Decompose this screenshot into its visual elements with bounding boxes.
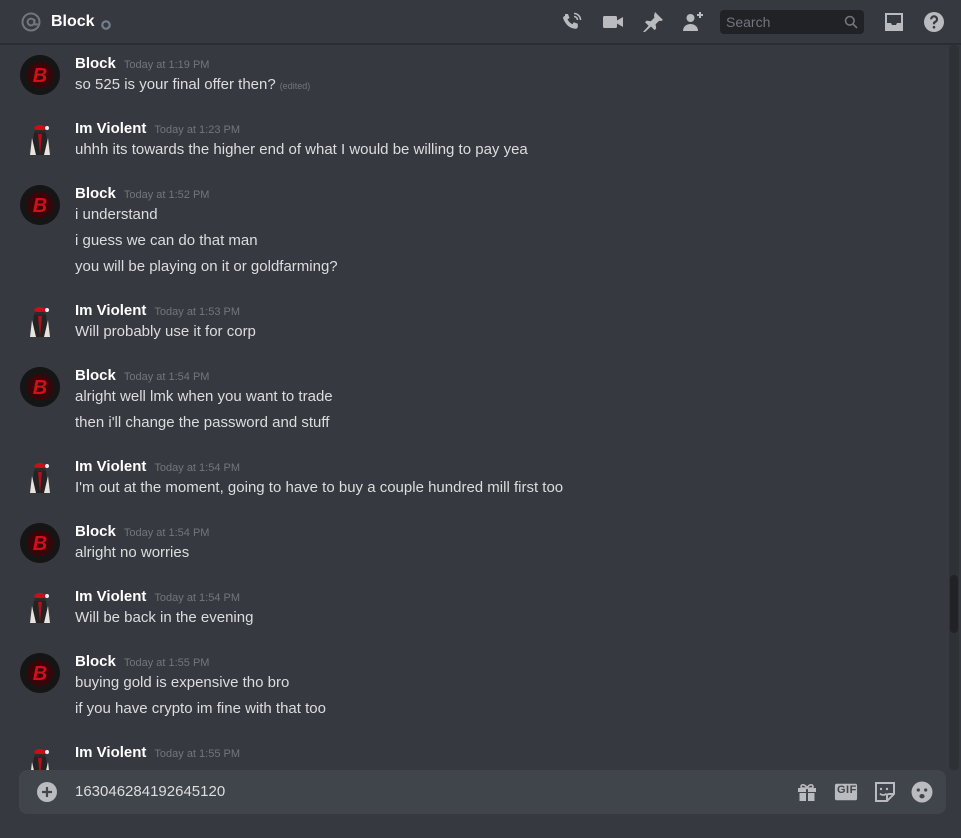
timestamp: Today at 1:54 PM	[154, 462, 241, 474]
svg-text:B: B	[33, 195, 47, 217]
avatar[interactable]	[20, 458, 60, 498]
help-icon[interactable]	[922, 10, 946, 34]
author-name[interactable]: Im Violent	[75, 744, 146, 761]
message-list: B Block Today at 1:19 PM so 525 is your …	[0, 45, 946, 770]
svg-text:B: B	[33, 663, 47, 685]
timestamp: Today at 1:23 PM	[154, 124, 241, 136]
status-icon	[100, 17, 111, 30]
avatar[interactable]: B	[20, 523, 60, 563]
message-text: I'm out at the moment, going to have to …	[75, 479, 564, 496]
edited-label: (edited)	[279, 81, 311, 91]
search-input[interactable]	[726, 14, 844, 30]
author-name[interactable]: Block	[75, 653, 116, 670]
author-name[interactable]: Block	[75, 55, 116, 72]
message-text: alright well lmk when you want to trade	[75, 388, 333, 405]
channel-name: Block	[51, 12, 95, 30]
svg-text:B: B	[33, 377, 47, 399]
message-text: uhhh its towards the higher end of what …	[75, 141, 528, 158]
timestamp: Today at 1:54 PM	[123, 371, 210, 383]
message-text: i understand	[75, 206, 158, 223]
video-icon[interactable]	[601, 10, 625, 34]
gift-icon[interactable]	[795, 780, 819, 804]
timestamp: Today at 1:52 PM	[123, 189, 210, 201]
search-icon	[844, 15, 858, 29]
timestamp: Today at 1:53 PM	[154, 306, 241, 318]
author-name[interactable]: Block	[75, 523, 116, 540]
svg-text:B: B	[33, 533, 47, 555]
author-name[interactable]: Im Violent	[75, 120, 146, 137]
avatar[interactable]	[20, 302, 60, 342]
avatar[interactable]	[20, 744, 60, 770]
timestamp: Today at 1:54 PM	[123, 527, 210, 539]
message-content: so 525 is your final offer then?	[75, 76, 276, 93]
author-name[interactable]: Block	[75, 185, 116, 202]
scrollbar-thumb[interactable]	[950, 575, 958, 633]
at-icon	[20, 11, 42, 33]
sticker-icon[interactable]	[873, 780, 897, 804]
avatar[interactable]: B	[20, 55, 60, 95]
avatar[interactable]: B	[20, 367, 60, 407]
avatar[interactable]: B	[20, 185, 60, 225]
search-box[interactable]	[720, 10, 864, 34]
avatar[interactable]	[20, 120, 60, 160]
avatar[interactable]	[20, 588, 60, 628]
scrollbar-track[interactable]	[949, 45, 959, 770]
call-icon[interactable]	[560, 10, 584, 34]
timestamp: Today at 1:19 PM	[123, 59, 210, 71]
message-text: then i'll change the password and stuff	[75, 414, 330, 431]
timestamp: Today at 1:54 PM	[154, 592, 241, 604]
pin-icon[interactable]	[641, 10, 665, 34]
message-composer[interactable]: 163046284192645120 GIF	[19, 770, 946, 814]
timestamp: Today at 1:55 PM	[123, 657, 210, 669]
message-text: alright no worries	[75, 544, 190, 561]
message-text: if you have crypto im fine with that too	[75, 700, 326, 717]
message-text: i guess we can do that man	[75, 232, 258, 249]
emoji-icon[interactable]	[910, 780, 934, 804]
gif-icon[interactable]: GIF	[834, 780, 858, 804]
message-text: you will be playing on it or goldfarming…	[75, 258, 338, 275]
add-attachment-icon[interactable]	[37, 782, 57, 802]
author-name[interactable]: Im Violent	[75, 302, 146, 319]
message-text: Will probably use it for corp	[75, 323, 256, 340]
message-text: buying gold is expensive tho bro	[75, 674, 290, 691]
message-text: Will be back in the evening	[75, 609, 254, 626]
inbox-icon[interactable]	[882, 10, 906, 34]
gif-label: GIF	[837, 784, 857, 796]
add-friend-icon[interactable]	[681, 10, 705, 34]
message-input[interactable]: 163046284192645120	[75, 783, 225, 800]
svg-text:B: B	[33, 65, 47, 87]
avatar[interactable]: B	[20, 653, 60, 693]
author-name[interactable]: Im Violent	[75, 458, 146, 475]
author-name[interactable]: Block	[75, 367, 116, 384]
message-text: so 525 is your final offer then? (edited)	[75, 76, 310, 93]
channel-header: Block	[0, 0, 961, 44]
timestamp: Today at 1:55 PM	[154, 748, 241, 760]
author-name[interactable]: Im Violent	[75, 588, 146, 605]
